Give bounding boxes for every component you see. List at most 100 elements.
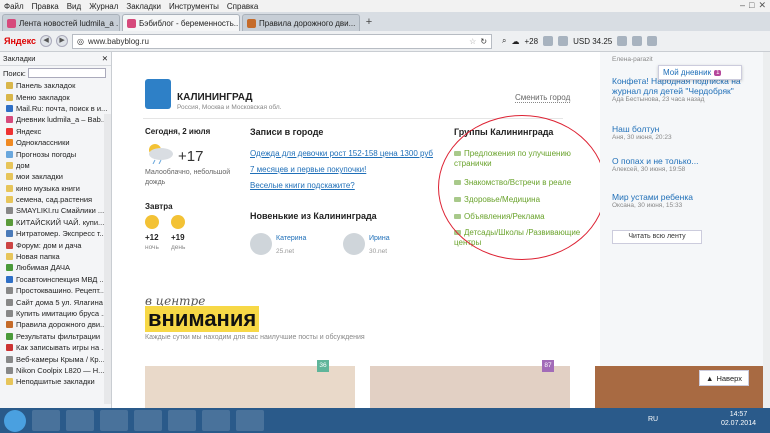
weather-temp[interactable]: +28 (525, 37, 539, 46)
bookmark-label: Форум: дом и дача (16, 240, 82, 250)
feed-title[interactable]: Наш болтун (612, 124, 672, 134)
feed-meta: Ада Бестынова, 23 часа назад (612, 96, 705, 103)
sidebar-scrollbar[interactable] (104, 114, 111, 404)
close-icon[interactable]: ✕ (758, 0, 766, 11)
minimize-icon[interactable]: – (740, 0, 745, 11)
menu-edit[interactable]: Правка (32, 2, 59, 11)
weather-icon[interactable]: ☁ (512, 37, 520, 46)
sidebar-close-icon[interactable]: ✕ (102, 54, 108, 63)
menu-history[interactable]: Журнал (89, 2, 118, 11)
back-to-top-button[interactable]: ▲ Наверх (699, 370, 749, 386)
post-card-image[interactable] (145, 366, 355, 408)
back-icon[interactable]: ◀ (40, 35, 53, 47)
taskbar-skype-icon[interactable] (202, 410, 230, 431)
bookmark-item[interactable]: Панель закладок (0, 80, 111, 91)
bookmark-item[interactable]: Прогнозы погоды (0, 148, 111, 159)
bookmark-item[interactable]: Mail.Ru: почта, поиск в и... (0, 103, 111, 114)
bookmark-item[interactable]: Как записывать игры на ... (0, 342, 111, 353)
start-button[interactable] (4, 409, 26, 432)
menu-file[interactable]: Файл (4, 2, 24, 11)
menu-bookmarks[interactable]: Закладки (126, 2, 161, 11)
taskbar-mail-icon[interactable] (168, 410, 196, 431)
feed-title[interactable]: О попах и не только... (612, 156, 699, 166)
post-badge: 87 (542, 360, 554, 372)
mail-icon[interactable] (543, 36, 554, 46)
bookmark-item[interactable]: Правила дорожного дви... (0, 319, 111, 330)
read-all-button[interactable]: Читать всю ленту (612, 230, 702, 244)
bookmark-item[interactable]: Меню закладок (0, 91, 111, 102)
tab-babyblog[interactable]: Бэбиблог - беременность... ✕ (122, 14, 240, 31)
currency-value[interactable]: USD 34.25 (573, 37, 612, 46)
bookmark-item[interactable]: Nikon Coolpix L820 — Н... (0, 365, 111, 376)
search-icon[interactable]: ⌕ (502, 36, 506, 46)
bookmark-item[interactable]: кино музыка книги (0, 183, 111, 194)
taskbar-ie-icon[interactable] (32, 410, 60, 431)
bookmark-item[interactable]: Дневник ludmila_a – Bab... (0, 114, 111, 125)
tab-close-icon[interactable]: ✕ (358, 19, 359, 28)
bookmark-item[interactable]: Простоквашино. Рецепт... (0, 285, 111, 296)
menu-help[interactable]: Справка (227, 2, 258, 11)
yandex-logo[interactable]: Яндекс (4, 36, 36, 46)
menu-view[interactable]: Вид (67, 2, 81, 11)
my-diary-popup[interactable]: Мой дневник 1 (658, 65, 742, 80)
bookmark-item[interactable]: SMAYLIKI.ru Смайлики ... (0, 205, 111, 216)
bookmark-item[interactable]: Сайт дома 5 ул. Ялагина ... (0, 296, 111, 307)
day-temperature: +19 (171, 233, 185, 242)
bookmark-label: Купить имитацию бруса ... (16, 309, 108, 318)
avatar[interactable] (343, 233, 365, 255)
avatar[interactable] (250, 233, 272, 255)
record-link[interactable]: 7 месяцев и первые покупочки! (250, 165, 366, 174)
downloads-icon[interactable] (617, 36, 628, 46)
taskbar-media-icon[interactable] (236, 410, 264, 431)
page-scrollbar[interactable] (763, 52, 770, 408)
traffic-icon[interactable] (558, 36, 569, 46)
tab-news-feed[interactable]: Лента новостей ludmila_a ... ✕ (2, 14, 120, 31)
current-temperature: +17 (178, 148, 204, 165)
change-city-link[interactable]: Сменить город (515, 93, 571, 103)
new-tab-button[interactable]: + (362, 15, 376, 29)
language-indicator[interactable]: RU (648, 416, 658, 423)
bookmark-item[interactable]: Купить имитацию бруса ... (0, 308, 111, 319)
search-input[interactable] (27, 68, 106, 78)
bookmark-star-icon[interactable]: ☆ (469, 37, 476, 46)
user-name[interactable]: Катерина (276, 235, 306, 242)
taskbar-explorer-icon[interactable] (100, 410, 128, 431)
addon-icon[interactable] (647, 36, 658, 46)
record-link[interactable]: Веселые книги подскажите? (250, 181, 355, 190)
bookmark-item[interactable]: Нитратомер. Экспресс т... (0, 228, 111, 239)
system-clock[interactable]: 14:57 02.07.2014 (721, 410, 756, 428)
bookmark-item[interactable]: Новая папка (0, 251, 111, 262)
bookmark-item[interactable]: Неподшитые закладки (0, 376, 111, 387)
bookmark-item[interactable]: Результаты фильтрации (0, 331, 111, 342)
bookmark-item[interactable]: семена, сад.растения (0, 194, 111, 205)
bookmark-item[interactable]: КИТАЙСКИЙ ЧАЙ. купи... (0, 217, 111, 228)
feed-title[interactable]: Мир устами ребенка (612, 192, 693, 202)
night-label: ночь (145, 244, 159, 251)
post-card-image[interactable] (370, 366, 570, 408)
bookmark-item[interactable]: Веб-камеры Крыма / Кр... (0, 353, 111, 364)
bookmark-item[interactable]: Любимая ДАЧА (0, 262, 111, 273)
bookmark-item[interactable]: дом (0, 160, 111, 171)
bookmark-item[interactable]: Одноклассники (0, 137, 111, 148)
bookmark-item[interactable]: Форум: дом и дача (0, 239, 111, 250)
clock-date: 02.07.2014 (720, 420, 756, 427)
site-favicon-icon (6, 355, 13, 363)
home-icon[interactable] (632, 36, 643, 46)
tab-traffic-rules[interactable]: Правила дорожного дви... ✕ (242, 14, 360, 31)
reload-icon[interactable]: ↻ (480, 37, 487, 46)
bookmark-label: Госавтоинспекция МВД ... (16, 274, 106, 284)
menu-tools[interactable]: Инструменты (169, 2, 219, 11)
bookmark-item[interactable]: мои закладки (0, 171, 111, 182)
taskbar-firefox-icon[interactable] (134, 410, 162, 431)
user-name[interactable]: Ирина (369, 235, 390, 242)
taskbar-hp-icon[interactable] (66, 410, 94, 431)
bookmark-item[interactable]: Яндекс (0, 126, 111, 137)
record-link[interactable]: Одежда для девочки рост 152-158 цена 130… (250, 149, 433, 158)
maximize-icon[interactable]: □ (749, 0, 754, 11)
feed-meta: Оксана, 30 июня, 15:33 (612, 202, 683, 209)
post-badge: 36 (317, 360, 329, 372)
address-bar[interactable]: ◎ www.babyblog.ru ☆ ↻ (72, 33, 493, 49)
bookmark-item[interactable]: Госавтоинспекция МВД ... (0, 274, 111, 285)
forward-icon[interactable]: ▶ (56, 35, 69, 47)
site-favicon-icon (6, 275, 13, 283)
